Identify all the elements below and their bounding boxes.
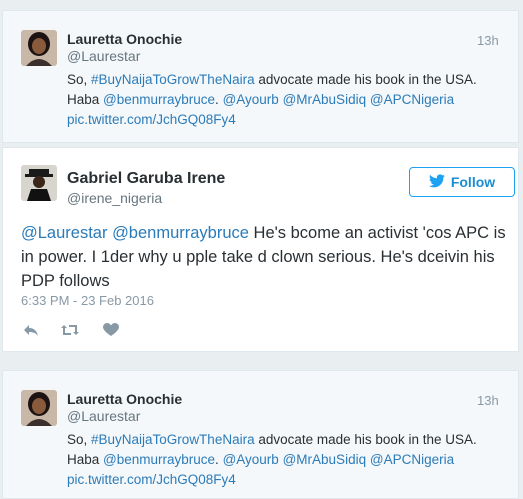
mention-link[interactable]: @MrAbuSidiq xyxy=(283,452,367,467)
hashtag-link[interactable]: #BuyNaijaToGrowTheNaira xyxy=(91,432,255,447)
period: . xyxy=(215,452,219,467)
avatar[interactable] xyxy=(21,390,57,426)
avatar[interactable] xyxy=(21,165,57,201)
tweet-text: @Laurestar @benmurraybruce He's bcome an… xyxy=(21,221,511,293)
line2-prefix: Haba xyxy=(67,92,104,107)
reply-icon[interactable] xyxy=(23,323,41,339)
avatar-image xyxy=(21,390,57,426)
text-prefix: So, xyxy=(67,432,92,447)
mention-link[interactable]: @MrAbuSidiq xyxy=(283,92,367,107)
mention-link[interactable]: @Ayourb xyxy=(223,452,279,467)
mention-link[interactable]: @APCNigeria xyxy=(370,452,454,467)
period: . xyxy=(215,92,219,107)
mention-link[interactable]: @APCNigeria xyxy=(370,92,454,107)
pic-link[interactable]: pic.twitter.com/JchGQ08Fy4 xyxy=(67,112,236,127)
author-handle[interactable]: @irene_nigeria xyxy=(67,190,162,206)
retweet-icon[interactable] xyxy=(60,323,79,339)
follow-button[interactable]: Follow xyxy=(409,167,515,197)
parent-tweet-card[interactable]: Lauretta Onochie @Laurestar 13h So, #Buy… xyxy=(2,370,519,499)
mention-link[interactable]: @benmurraybruce xyxy=(103,452,215,467)
author-name[interactable]: Gabriel Garuba Irene xyxy=(67,170,225,188)
like-icon[interactable] xyxy=(103,323,121,339)
mention-link[interactable]: @Laurestar xyxy=(21,224,107,242)
line2-prefix: Haba xyxy=(67,452,104,467)
parent-tweet-card[interactable]: Lauretta Onochie @Laurestar 13h So, #Buy… xyxy=(2,10,519,143)
text-suffix: advocate made his book in the USA. xyxy=(254,72,477,87)
mention-link[interactable]: @benmurraybruce xyxy=(112,224,249,242)
author-handle[interactable]: @Laurestar xyxy=(67,48,140,64)
author-name[interactable]: Lauretta Onochie xyxy=(67,391,182,407)
text-suffix: advocate made his book in the USA. xyxy=(254,432,477,447)
mention-link[interactable]: @Ayourb xyxy=(223,92,279,107)
avatar[interactable] xyxy=(21,30,57,66)
twitter-bird-icon xyxy=(428,173,445,191)
tweet-time[interactable]: 13h xyxy=(477,33,499,48)
follow-label: Follow xyxy=(450,174,496,190)
author-handle[interactable]: @Laurestar xyxy=(67,408,140,424)
avatar-image xyxy=(21,30,57,66)
tweet-timestamp[interactable]: 6:33 PM - 23 Feb 2016 xyxy=(21,293,154,308)
tweet-text: So, #BuyNaijaToGrowTheNaira advocate mad… xyxy=(67,430,507,490)
hashtag-link[interactable]: #BuyNaijaToGrowTheNaira xyxy=(91,72,255,87)
tweet-text: So, #BuyNaijaToGrowTheNaira advocate mad… xyxy=(67,70,507,130)
author-name[interactable]: Lauretta Onochie xyxy=(67,31,182,47)
text-prefix: So, xyxy=(67,72,92,87)
pic-link[interactable]: pic.twitter.com/JchGQ08Fy4 xyxy=(67,472,236,487)
avatar-image xyxy=(21,165,57,201)
tweet-time[interactable]: 13h xyxy=(477,393,499,408)
main-tweet-card: Gabriel Garuba Irene @irene_nigeria Foll… xyxy=(2,147,519,352)
mention-link[interactable]: @benmurraybruce xyxy=(103,92,215,107)
